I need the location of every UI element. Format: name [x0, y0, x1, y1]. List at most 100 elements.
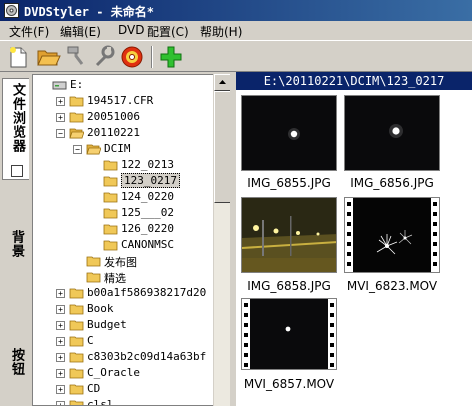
- tree-item-label: CD: [87, 382, 101, 395]
- tree-item[interactable]: − 20110221: [33, 125, 213, 141]
- tree-item[interactable]: E:: [33, 77, 213, 93]
- tree-item[interactable]: + b00a1f586938217d20: [33, 285, 213, 301]
- new-file-icon[interactable]: [5, 44, 31, 70]
- tree-item-label: 125___02: [121, 206, 174, 219]
- tree-item-label: clsl: [87, 398, 114, 406]
- open-folder-icon[interactable]: [35, 44, 61, 70]
- thumbnail-video[interactable]: [344, 197, 440, 273]
- tree-item[interactable]: + clsl: [33, 397, 213, 406]
- folder-icon: [103, 224, 118, 235]
- expand-icon[interactable]: +: [56, 97, 65, 106]
- settings-icon[interactable]: [91, 44, 117, 70]
- expand-icon[interactable]: +: [56, 401, 65, 405]
- tree-item-label: 20051006: [87, 110, 140, 123]
- tree-item[interactable]: + C_Oracle: [33, 365, 213, 381]
- save-icon[interactable]: [63, 44, 89, 70]
- collapse-icon[interactable]: −: [56, 129, 65, 138]
- thumbnail-image[interactable]: [241, 197, 337, 273]
- tree-item[interactable]: 124_0220: [33, 189, 213, 205]
- tree-item-label: 126_0220: [121, 222, 174, 235]
- tree-item-label: 发布图: [104, 256, 137, 269]
- tree-item[interactable]: +20051006: [33, 109, 213, 125]
- folder-icon: [86, 256, 101, 267]
- burn-disc-icon[interactable]: [119, 44, 145, 70]
- tree-item[interactable]: 发布图: [33, 253, 213, 269]
- tab-file-browser[interactable]: 文件浏览器: [2, 78, 29, 180]
- expand-icon[interactable]: +: [56, 305, 65, 314]
- window-title: DVDStyler - 未命名*: [24, 5, 154, 19]
- tree-item[interactable]: 126_0220: [33, 221, 213, 237]
- menu-help[interactable]: 帮助(H): [200, 23, 242, 40]
- tree-item[interactable]: + c8303b2c09d14a63bf: [33, 349, 213, 365]
- expand-icon[interactable]: +: [56, 321, 65, 330]
- add-icon[interactable]: [158, 44, 184, 70]
- folder-icon: [103, 192, 118, 203]
- tree-item[interactable]: 125___02: [33, 205, 213, 221]
- tree-item-label: C: [87, 334, 94, 347]
- folder-icon: [69, 96, 84, 107]
- folder-open-icon: [86, 144, 101, 155]
- menu-file[interactable]: 文件(F): [9, 23, 49, 40]
- tree-item[interactable]: − DCIM: [33, 141, 213, 157]
- thumbnail-video[interactable]: [241, 298, 337, 370]
- tree-item[interactable]: + C: [33, 333, 213, 349]
- thumbnail-label: IMG_6858.JPG: [247, 279, 331, 293]
- thumbnail-grid: IMG_6855.JPG IMG_6856.JPG IMG_6858.JPG M…: [236, 90, 472, 406]
- folder-open-icon: [69, 128, 84, 139]
- tree-item[interactable]: 精选: [33, 269, 213, 285]
- tree-item[interactable]: + CD: [33, 381, 213, 397]
- tree-item-label: Book: [87, 302, 114, 315]
- tree-item-label: c8303b2c09d14a63bf: [87, 350, 207, 363]
- menu-bar: 文件(F) 编辑(E) DVD 配置(C) 帮助(H): [0, 21, 472, 40]
- tree-item-label: 122_0213: [121, 158, 174, 171]
- tree-item[interactable]: 122_0213: [33, 157, 213, 173]
- side-tabs: 文件浏览器 背景 按钮: [0, 74, 30, 406]
- expand-icon[interactable]: +: [56, 353, 65, 362]
- film-strip-left: [242, 299, 250, 369]
- tree-item[interactable]: +194517.CFR: [33, 93, 213, 109]
- scroll-thumb[interactable]: [214, 91, 231, 203]
- tree-scrollbar[interactable]: [213, 74, 231, 406]
- expand-icon[interactable]: +: [56, 369, 65, 378]
- tab-background[interactable]: 背景: [2, 224, 29, 274]
- folder-icon: [69, 320, 84, 331]
- tree-item[interactable]: + Budget: [33, 317, 213, 333]
- thumbnail-image[interactable]: [241, 95, 337, 171]
- folder-icon: [103, 176, 118, 187]
- tree-item-label: E:: [70, 78, 84, 91]
- folder-icon: [69, 336, 84, 347]
- folder-icon: [69, 352, 84, 363]
- menu-config[interactable]: 配置(C): [147, 23, 189, 40]
- directory-tree[interactable]: E: +194517.CFR +20051006−20110221− DCIM 122_…: [32, 74, 230, 406]
- tree-item-label: b00a1f586938217d20: [87, 286, 207, 299]
- tree-item[interactable]: + Book: [33, 301, 213, 317]
- dvdstyler-app-icon[interactable]: [4, 3, 19, 18]
- tree-item-label: 124_0220: [121, 190, 174, 203]
- thumbnail-label: IMG_6856.JPG: [350, 176, 434, 190]
- scroll-up-arrow-icon[interactable]: [214, 74, 231, 91]
- expand-icon[interactable]: +: [56, 337, 65, 346]
- expand-icon[interactable]: +: [56, 289, 65, 298]
- tree-item[interactable]: 123_0217: [33, 173, 213, 189]
- expand-icon[interactable]: +: [56, 113, 65, 122]
- thumbnail-label: IMG_6855.JPG: [247, 176, 331, 190]
- tree-item-label: 123_0217: [121, 173, 180, 188]
- menu-dvd[interactable]: DVD: [118, 23, 144, 37]
- tree-item-label: 20110221: [87, 126, 140, 139]
- tree-item[interactable]: CANONMSC: [33, 237, 213, 253]
- film-strip-right: [328, 299, 336, 369]
- thumbnail-label: MVI_6823.MOV: [346, 279, 438, 293]
- panel-splitter[interactable]: [230, 74, 235, 406]
- expand-icon[interactable]: +: [56, 385, 65, 394]
- folder-icon: [103, 208, 118, 219]
- tab-buttons-label: 按钮: [9, 348, 24, 376]
- folder-icon: [103, 240, 118, 251]
- tree-item-label: C_Oracle: [87, 366, 140, 379]
- thumbnail-image[interactable]: [344, 95, 440, 171]
- folder-icon: [69, 288, 84, 299]
- tab-buttons[interactable]: 按钮: [2, 342, 29, 392]
- menu-edit[interactable]: 编辑(E): [60, 23, 101, 40]
- thumbnail-label: MVI_6857.MOV: [243, 377, 335, 391]
- collapse-icon[interactable]: −: [73, 145, 82, 154]
- tree-item-label: DCIM: [104, 142, 131, 155]
